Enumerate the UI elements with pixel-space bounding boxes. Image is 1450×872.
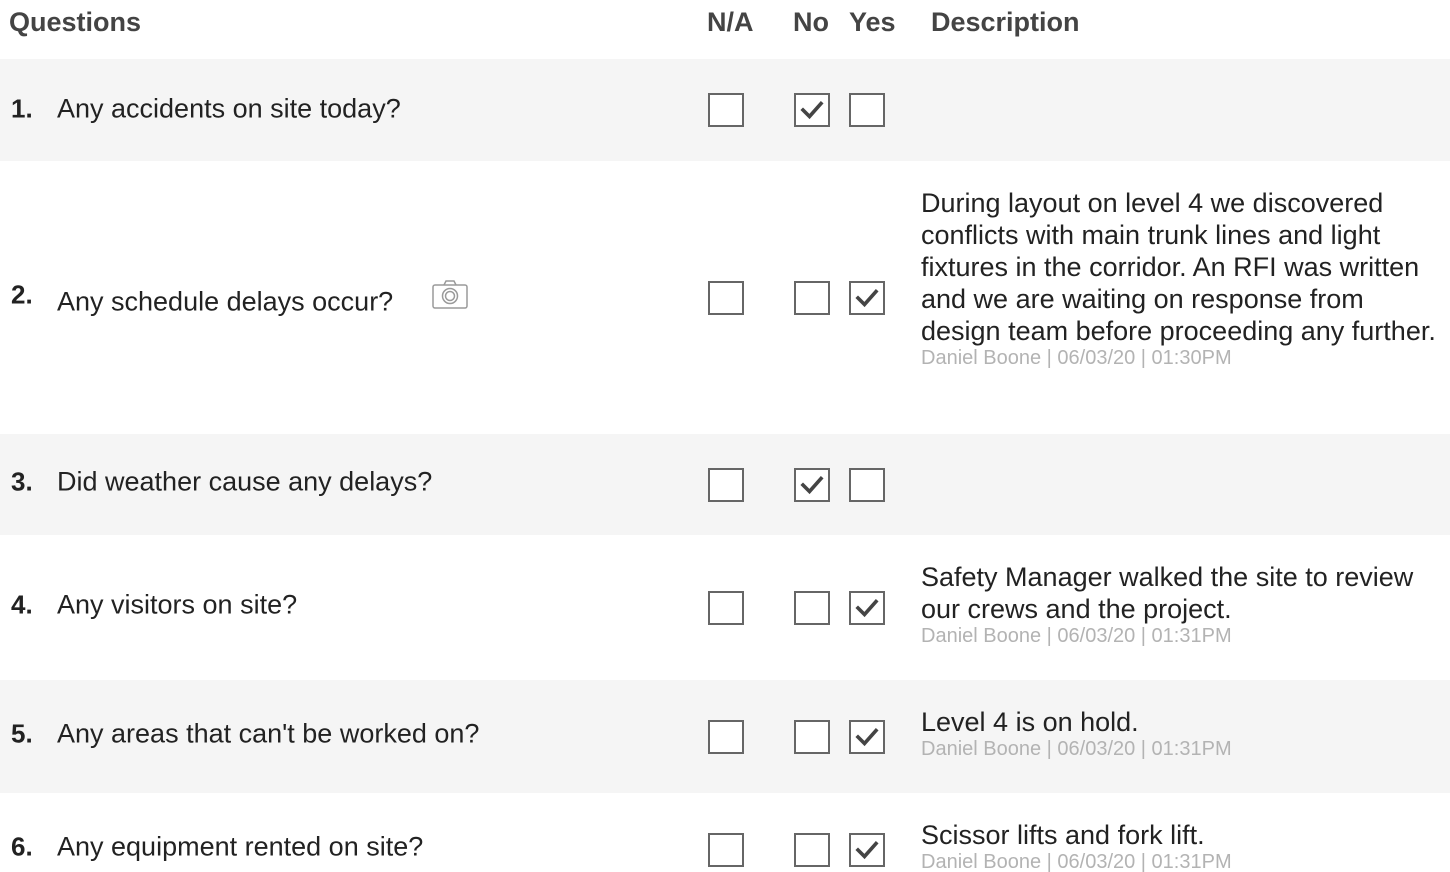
- question-row-2: 2. Any schedule delays occur? During lay…: [0, 161, 1450, 434]
- checkbox-na[interactable]: [708, 281, 744, 315]
- description-meta: Daniel Boone | 06/03/20 | 01:30PM: [921, 347, 1232, 369]
- description-text: Safety Manager walked the site to review…: [921, 562, 1414, 624]
- checkbox-na[interactable]: [708, 591, 744, 625]
- check-icon: [855, 598, 879, 618]
- checkbox-na[interactable]: [708, 720, 744, 754]
- question-number: 2.: [11, 279, 33, 310]
- checkbox-yes[interactable]: [849, 468, 885, 502]
- question-text: Any equipment rented on site?: [57, 831, 424, 862]
- checkbox-yes[interactable]: [849, 591, 885, 625]
- description-cell: During layout on level 4 we discovered c…: [921, 187, 1441, 369]
- camera-icon[interactable]: [432, 279, 468, 309]
- question-number: 4.: [11, 589, 33, 620]
- check-icon: [800, 100, 824, 120]
- checkbox-na[interactable]: [708, 468, 744, 502]
- question-row-1: 1. Any accidents on site today?: [0, 59, 1450, 161]
- header-no: No: [793, 7, 829, 37]
- question-row-3: 3. Did weather cause any delays?: [0, 434, 1450, 535]
- checkbox-na[interactable]: [708, 833, 744, 867]
- description-cell: Safety Manager walked the site to review…: [921, 561, 1441, 647]
- question-number: 3.: [11, 466, 33, 497]
- questions-header: Questions N/A No Yes Description: [0, 0, 1450, 46]
- checkbox-no[interactable]: [794, 591, 830, 625]
- header-na: N/A: [707, 7, 754, 37]
- checkbox-no[interactable]: [794, 720, 830, 754]
- description-meta: Daniel Boone | 06/03/20 | 01:31PM: [921, 738, 1232, 760]
- checkbox-na[interactable]: [708, 93, 744, 127]
- description-text: Scissor lifts and fork lift.: [921, 820, 1205, 850]
- check-icon: [800, 475, 824, 495]
- question-row-5: 5. Any areas that can't be worked on? Le…: [0, 680, 1450, 793]
- check-icon: [855, 727, 879, 747]
- checkbox-yes[interactable]: [849, 720, 885, 754]
- question-text: Did weather cause any delays?: [57, 466, 433, 497]
- check-icon: [855, 840, 879, 860]
- checkbox-yes[interactable]: [849, 93, 885, 127]
- description-cell: Scissor lifts and fork lift. Daniel Boon…: [921, 819, 1441, 872]
- question-row-4: 4. Any visitors on site? Safety Manager …: [0, 535, 1450, 680]
- header-yes: Yes: [849, 7, 896, 37]
- question-text: Any schedule delays occur?: [57, 286, 394, 317]
- checkbox-no[interactable]: [794, 833, 830, 867]
- description-text: Level 4 is on hold.: [921, 707, 1139, 737]
- description-meta: Daniel Boone | 06/03/20 | 01:31PM: [921, 625, 1232, 647]
- checkbox-no[interactable]: [794, 468, 830, 502]
- question-text: Any accidents on site today?: [57, 93, 401, 124]
- question-number: 5.: [11, 718, 33, 749]
- question-number: 6.: [11, 831, 33, 862]
- checkbox-no[interactable]: [794, 93, 830, 127]
- checkbox-yes[interactable]: [849, 833, 885, 867]
- header-description: Description: [931, 7, 1080, 37]
- daily-report-questions: Questions N/A No Yes Description 1. Any …: [0, 0, 1450, 872]
- checkbox-no[interactable]: [794, 281, 830, 315]
- checkbox-yes[interactable]: [849, 281, 885, 315]
- question-number: 1.: [11, 93, 33, 124]
- check-icon: [855, 288, 879, 308]
- question-text: Any visitors on site?: [57, 589, 298, 620]
- description-cell: Level 4 is on hold. Daniel Boone | 06/03…: [921, 706, 1441, 760]
- question-text: Any areas that can't be worked on?: [57, 718, 480, 749]
- question-row-6: 6. Any equipment rented on site? Scissor…: [0, 793, 1450, 872]
- header-questions: Questions: [9, 7, 142, 37]
- description-text: During layout on level 4 we discovered c…: [921, 188, 1436, 346]
- description-meta: Daniel Boone | 06/03/20 | 01:31PM: [921, 851, 1232, 872]
